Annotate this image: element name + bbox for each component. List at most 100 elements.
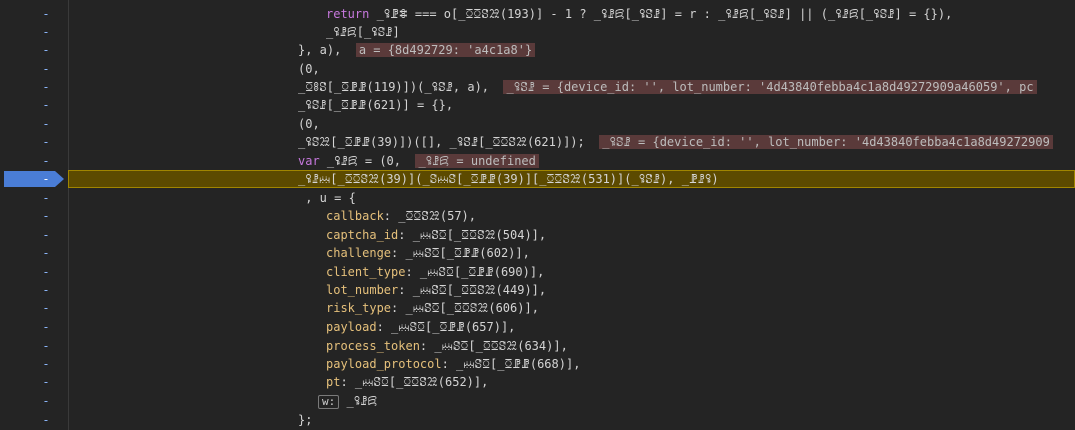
line-gutter-marker[interactable]: - (36, 299, 56, 317)
code-text: , u = { (298, 189, 356, 207)
code-text: _ꖤꗗꗜ[_ꗞꗞꗟꗠ(39)](_ꗟꗜꗟ[_ꗞꗘꗙ(39)][_ꗞꗞꗟꗠ(531… (298, 170, 719, 188)
code-text: (0, (298, 60, 320, 78)
code-line[interactable]: - }, a), a = {8d492729: 'a4c1a8'} (0, 41, 1075, 59)
code-content: : _ꗜꗟꗞ[_ꗞꗘꗙ(602)], (391, 246, 530, 260)
code-line[interactable]: - payload: _ꗜꗟꗞ[_ꗞꗘꗙ(657)], (0, 318, 1075, 336)
line-gutter-marker[interactable]: - (36, 152, 56, 170)
inline-variable-value[interactable]: _ꖤꗟꗗ = {device_id: '', lot_number: '4d43… (503, 80, 1037, 94)
object-property-key: risk_type (326, 301, 392, 315)
inline-variable-value[interactable]: a = {8d492729: 'a4c1a8'} (355, 43, 536, 57)
code-text: _ꖤꗗꗛ[_ꖤꗟꗗ] (326, 23, 400, 41)
code-content: : _ꗜꗟꗞ[_ꗞꗞꗟꗠ(606)], (391, 301, 539, 315)
code-text: risk_type: _ꗜꗟꗞ[_ꗞꗞꗟꗠ(606)], (326, 299, 539, 317)
code-line[interactable]: - _ꗞꗚꗟ[_ꗞꗘꗙ(119)])(_ꖤꗟꗗ, a), _ꖤꗟꗗ = {devi… (0, 78, 1075, 96)
code-content: : _ꗜꗟꗞ[_ꗞꗘꗙ(668)], (441, 357, 581, 371)
code-line[interactable]: - , u = { (0, 189, 1075, 207)
line-gutter-marker[interactable]: - (36, 207, 56, 225)
code-line[interactable]: - _ꖤꗗꗛ[_ꖤꗟꗗ] (0, 23, 1075, 41)
line-gutter-marker[interactable]: - (36, 318, 56, 336)
code-line[interactable]: - _ꖤꗟꗗ[_ꗞꗘꗙ(621)] = {}, (0, 96, 1075, 114)
line-gutter-marker[interactable]: - (36, 355, 56, 373)
code-content: _ꖤꗗꗛ = (0, (319, 154, 401, 168)
line-gutter-marker[interactable]: - (36, 170, 56, 188)
line-gutter-marker[interactable]: - (36, 281, 56, 299)
keyword-var: var (298, 154, 320, 168)
code-line[interactable]: - captcha_id: _ꗜꗟꗞ[_ꗞꗞꗟꗠ(504)], (0, 226, 1075, 244)
line-gutter-marker[interactable]: - (36, 392, 56, 410)
inline-variable-value[interactable]: _ꖤꗗꗛ = undefined (415, 154, 539, 168)
code-line[interactable]: - pt: _ꗜꗟꗞ[_ꗞꗞꗟꗠ(652)], (0, 373, 1075, 391)
code-content: _ꖤꗗꗛ[_ꖤꗟꗗ] (326, 25, 400, 39)
line-gutter-marker[interactable]: - (36, 263, 56, 281)
object-property-key: pt (326, 375, 341, 389)
line-gutter-marker[interactable]: - (36, 337, 56, 355)
object-property-key: challenge (326, 246, 392, 260)
code-line[interactable]: - payload_protocol: _ꗜꗟꗞ[_ꗞꗘꗙ(668)], (0, 355, 1075, 373)
code-content: (0, (298, 62, 320, 76)
line-gutter-marker[interactable]: - (36, 60, 56, 78)
code-line[interactable]: - return _ꖤꗘꗵ === o[_ꗞꗞꗟꗠ(193)] - 1 ? _ꖤꗗ… (0, 5, 1075, 23)
object-property-key: lot_number (326, 283, 399, 297)
code-text: _ꗞꗚꗟ[_ꗞꗘꗙ(119)])(_ꖤꗟꗗ, a), _ꖤꗟꗗ = {devic… (298, 78, 1037, 96)
line-gutter-marker[interactable]: - (36, 5, 56, 23)
code-text: process_token: _ꗜꗟꗞ[_ꗞꗞꗟꗠ(634)], (326, 337, 568, 355)
code-text: lot_number: _ꗜꗟꗞ[_ꗞꗞꗟꗠ(449)], (326, 281, 546, 299)
code-line[interactable]: - process_token: _ꗜꗟꗞ[_ꗞꗞꗟꗠ(634)], (0, 337, 1075, 355)
line-gutter-marker[interactable]: - (36, 133, 56, 151)
inline-variable-value[interactable]: _ꖤꗟꗗ = {device_id: '', lot_number: '4d43… (599, 135, 1053, 149)
code-line[interactable]: - _ꖤꗟꗠ[_ꗞꗘꗙ(39)])([], _ꖤꗟꗗ[_ꗞꗞꗟꗠ(621)]); … (0, 133, 1075, 151)
code-content: : _ꗜꗟꗞ[_ꗞꗞꗟꗠ(634)], (419, 339, 568, 353)
line-gutter-marker[interactable]: - (36, 244, 56, 262)
line-gutter-marker[interactable]: - (36, 78, 56, 96)
line-gutter-marker[interactable]: - (36, 41, 56, 59)
line-gutter-marker[interactable]: - (36, 115, 56, 133)
inline-watch-badge[interactable]: w: (318, 395, 340, 409)
object-property-key: process_token (326, 339, 420, 353)
code-content: _ꖤꗟꗠ[_ꗞꗘꗙ(39)])([], _ꖤꗟꗗ[_ꗞꗞꗟꗠ(621)]); (298, 135, 585, 149)
code-text: }, a), a = {8d492729: 'a4c1a8'} (298, 41, 536, 59)
code-content: : _ꗞꗞꗟꗠ(57), (383, 209, 476, 223)
code-content: }; (298, 413, 313, 427)
code-line[interactable]: - client_type: _ꗜꗟꗞ[_ꗞꗘꗙ(690)], (0, 263, 1075, 281)
code-content: }, a), (298, 43, 342, 57)
line-gutter-marker[interactable]: - (36, 23, 56, 41)
keyword-return: return (326, 7, 370, 21)
code-content: , u = { (298, 191, 356, 205)
code-content: _ꖤꗗꗛ (346, 394, 378, 408)
code-line[interactable]: - challenge: _ꗜꗟꗞ[_ꗞꗘꗙ(602)], (0, 244, 1075, 262)
code-text: w: _ꖤꗗꗛ (318, 392, 377, 410)
code-text: challenge: _ꗜꗟꗞ[_ꗞꗘꗙ(602)], (326, 244, 530, 262)
object-property-key: payload (326, 320, 377, 334)
code-content: (0, (298, 117, 320, 131)
code-line[interactable]: - (0, (0, 60, 1075, 78)
line-gutter-marker[interactable]: - (36, 411, 56, 429)
code-content: _ꖤꗟꗗ[_ꗞꗘꗙ(621)] = {}, (298, 98, 454, 112)
code-line[interactable]: - risk_type: _ꗜꗟꗞ[_ꗞꗞꗟꗠ(606)], (0, 299, 1075, 317)
code-content: _ꗞꗚꗟ[_ꗞꗘꗙ(119)])(_ꖤꗟꗗ, a), (298, 80, 490, 94)
code-content: : _ꗜꗟꗞ[_ꗞꗘꗙ(690)], (405, 265, 545, 279)
code-text: payload_protocol: _ꗜꗟꗞ[_ꗞꗘꗙ(668)], (326, 355, 580, 373)
code-content: _ꖤꗘꗵ === o[_ꗞꗞꗟꗠ(193)] - 1 ? _ꖤꗗꗛ[_ꖤꗟꗗ] … (369, 7, 953, 21)
code-line[interactable]: - w: _ꖤꗗꗛ (0, 392, 1075, 410)
object-property-key: client_type (326, 265, 406, 279)
code-text: _ꖤꗟꗗ[_ꗞꗘꗙ(621)] = {}, (298, 96, 453, 114)
code-text: (0, (298, 115, 320, 133)
code-line[interactable]: - (0, (0, 115, 1075, 133)
line-gutter-marker[interactable]: - (36, 226, 56, 244)
code-line[interactable]: -}; (0, 411, 1075, 429)
code-text: captcha_id: _ꗜꗟꗞ[_ꗞꗞꗟꗠ(504)], (326, 226, 546, 244)
line-gutter-marker[interactable]: - (36, 96, 56, 114)
code-text: }; (298, 411, 312, 429)
code-content: : _ꗜꗟꗞ[_ꗞꗞꗟꗠ(449)], (398, 283, 547, 297)
code-content: _ꖤꗗꗜ[_ꗞꗞꗟꗠ(39)](_ꗟꗜꗟ[_ꗞꗘꗙ(39)][_ꗞꗞꗟꗠ(531… (298, 172, 719, 186)
code-content: : _ꗜꗟꗞ[_ꗞꗞꗟꗠ(504)], (398, 228, 547, 242)
code-line[interactable]: - var _ꖤꗗꗛ = (0, _ꖤꗗꗛ = undefined (0, 152, 1075, 170)
line-gutter-marker[interactable]: - (36, 189, 56, 207)
code-line[interactable]: - _ꖤꗗꗜ[_ꗞꗞꗟꗠ(39)](_ꗟꗜꗟ[_ꗞꗘꗙ(39)][_ꗞꗞꗟꗠ(53… (0, 170, 1075, 188)
code-line[interactable]: - lot_number: _ꗜꗟꗞ[_ꗞꗞꗟꗠ(449)], (0, 281, 1075, 299)
code-text: callback: _ꗞꗞꗟꗠ(57), (326, 207, 476, 225)
code-text: return _ꖤꗘꗵ === o[_ꗞꗞꗟꗠ(193)] - 1 ? _ꖤꗗꗛ… (326, 5, 952, 23)
code-line[interactable]: - callback: _ꗞꗞꗟꗠ(57), (0, 207, 1075, 225)
object-property-key: captcha_id (326, 228, 399, 242)
line-gutter-marker[interactable]: - (36, 373, 56, 391)
